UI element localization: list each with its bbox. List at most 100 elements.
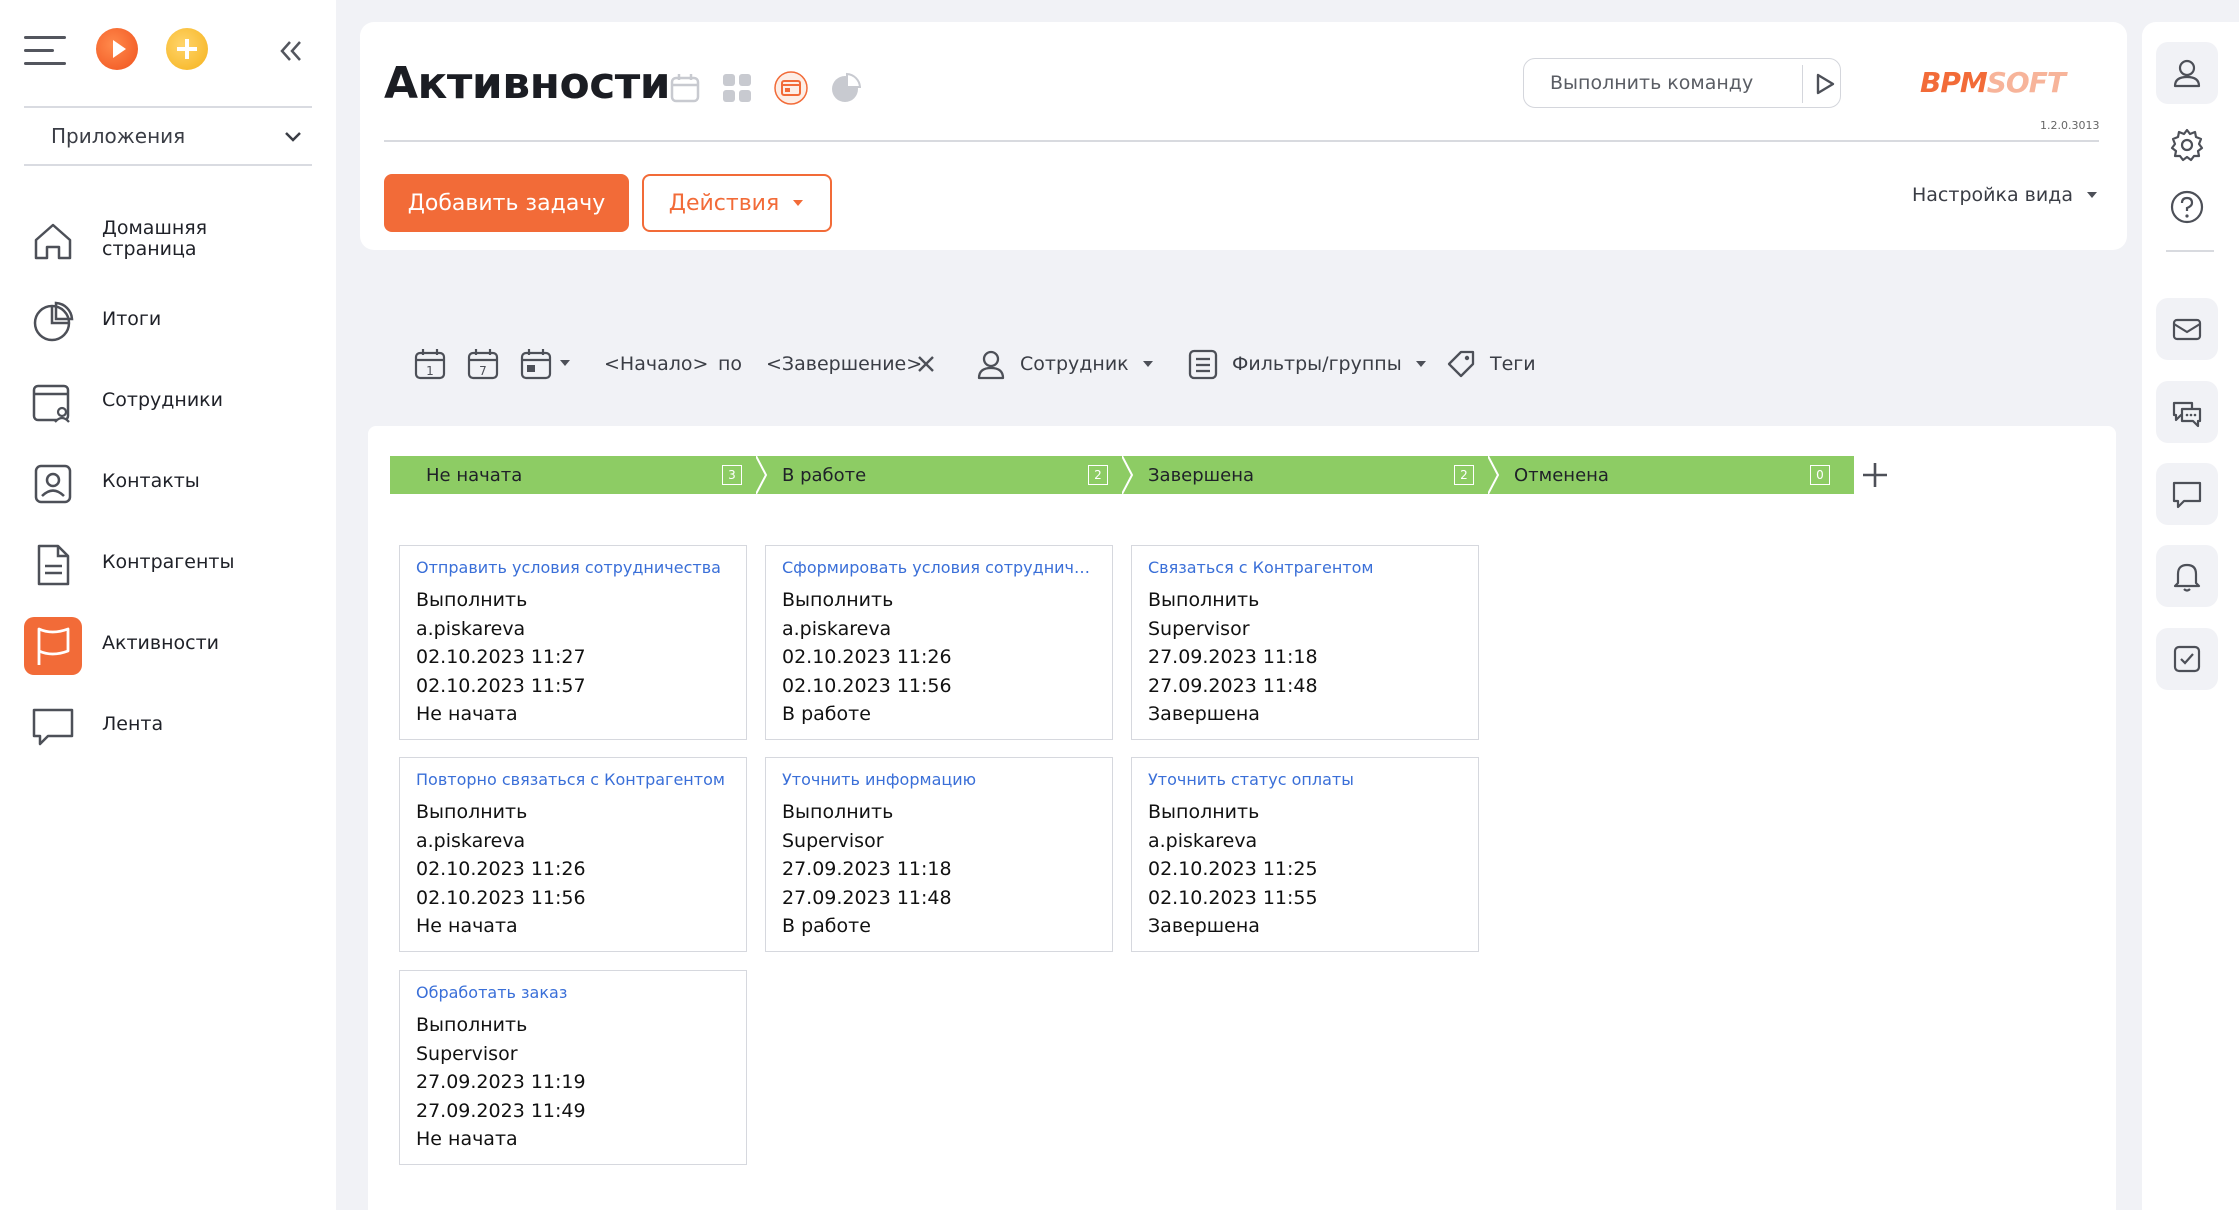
card-start: 27.09.2023 11:19 [416, 1071, 586, 1093]
chat-button[interactable] [2156, 381, 2218, 443]
caret-down-icon [2086, 192, 2097, 198]
comments-button[interactable] [2156, 463, 2218, 525]
tasks-button[interactable] [2156, 628, 2218, 690]
sidebar-item-feed[interactable]: Лента [24, 686, 316, 767]
card-title-link[interactable]: Сформировать условия сотрудничес... [782, 558, 1096, 578]
tags-filter[interactable]: Теги [1444, 344, 1536, 384]
activity-card[interactable]: Уточнить статус оплаты Выполнить a.piska… [1131, 757, 1479, 952]
sidebar-item-contacts[interactable]: Контакты [24, 443, 316, 524]
activity-card[interactable]: Повторно связаться с Контрагентом Выполн… [399, 757, 747, 952]
card-type: Выполнить [1148, 589, 1260, 611]
card-end: 27.09.2023 11:48 [1148, 674, 1318, 697]
card-start: 27.09.2023 11:18 [782, 858, 952, 880]
card-status: Не начата [416, 1128, 518, 1150]
period-custom-dropdown[interactable] [518, 344, 578, 384]
sidebar-item-employees[interactable]: Сотрудники [24, 362, 316, 443]
help-button[interactable] [2156, 176, 2218, 238]
notifications-button[interactable] [2156, 545, 2218, 607]
divider [1802, 65, 1803, 103]
card-title-link[interactable]: Повторно связаться с Контрагентом [416, 770, 730, 790]
activity-card[interactable]: Обработать заказ Выполнить Supervisor 27… [399, 970, 747, 1165]
card-status: Не начата [416, 703, 518, 725]
menu-icon[interactable] [24, 36, 66, 68]
version-label: 1.2.0.3013 [2040, 119, 2100, 132]
settings-button[interactable] [2156, 114, 2218, 176]
collapse-sidebar-button[interactable] [276, 36, 306, 66]
divider [384, 140, 2099, 142]
filter-bar: 1 7 <Начало> по <Завершение> Сотрудник Ф… [410, 344, 1710, 384]
card-title-link[interactable]: Связаться с Контрагентом [1148, 558, 1462, 578]
left-sidebar: Приложения Домашняя страница Итоги Сотру… [0, 0, 336, 1210]
calendar-view-button[interactable] [665, 68, 705, 108]
card-end: 02.10.2023 11:57 [416, 674, 586, 697]
run-command-button[interactable] [1808, 67, 1840, 101]
stage-count-badge: 0 [1810, 465, 1830, 485]
calendar-icon [520, 349, 552, 380]
period-week-button[interactable]: 7 [465, 344, 501, 384]
sidebar-item-home[interactable]: Домашняя страница [24, 200, 316, 281]
card-end: 02.10.2023 11:56 [782, 674, 952, 697]
card-start: 02.10.2023 11:26 [416, 858, 586, 880]
add-task-button[interactable]: Добавить задачу [384, 174, 629, 232]
chevron-down-icon [285, 132, 301, 142]
by-label: по [718, 353, 743, 375]
card-type: Выполнить [1148, 801, 1260, 823]
activity-card[interactable]: Связаться с Контрагентом Выполнить Super… [1131, 545, 1479, 740]
stage-in-progress[interactable]: В работе 2 [756, 456, 1132, 494]
stage-not-started[interactable]: Не начата 3 [390, 456, 766, 494]
process-run-button[interactable] [96, 28, 138, 70]
sidebar-item-results[interactable]: Итоги [24, 281, 316, 362]
calendar-day-icon: 1 [414, 349, 446, 380]
card-status: Завершена [1148, 915, 1260, 937]
card-type: Выполнить [416, 589, 528, 611]
activity-card[interactable]: Отправить условия сотрудничества Выполни… [399, 545, 747, 740]
sidebar-nav: Домашняя страница Итоги Сотрудники Конта… [24, 200, 316, 767]
checkbox-icon [2173, 645, 2201, 673]
chart-view-button[interactable] [825, 68, 865, 108]
contact-icon [24, 455, 82, 513]
actions-label: Действия [668, 190, 780, 216]
clear-period-button[interactable] [914, 344, 938, 384]
actions-dropdown-button[interactable]: Действия [642, 174, 832, 232]
chat-icon [24, 698, 82, 756]
divider [24, 164, 312, 166]
employee-filter-dropdown[interactable]: Сотрудник [974, 344, 1155, 384]
kanban-view-button[interactable] [771, 68, 811, 108]
profile-button[interactable] [2156, 42, 2218, 104]
sidebar-item-label: Итоги [102, 308, 162, 330]
stage-cancelled[interactable]: Отменена 0 [1488, 456, 1854, 494]
card-title-link[interactable]: Обработать заказ [416, 983, 730, 1003]
card-title-link[interactable]: Уточнить информацию [782, 770, 1096, 790]
period-day-button[interactable]: 1 [412, 344, 448, 384]
activity-card[interactable]: Уточнить информацию Выполнить Supervisor… [765, 757, 1113, 952]
caret-down-icon [793, 200, 804, 206]
start-date-field[interactable]: <Начало> [604, 344, 708, 384]
activity-card[interactable]: Сформировать условия сотрудничес... Выпо… [765, 545, 1113, 740]
card-owner: Supervisor [416, 1042, 518, 1065]
email-button[interactable] [2156, 298, 2218, 360]
applications-dropdown[interactable]: Приложения [24, 108, 312, 164]
stage-completed[interactable]: Завершена 2 [1122, 456, 1498, 494]
stage-count-badge: 3 [722, 465, 742, 485]
filter-list-icon [1188, 349, 1218, 380]
card-type: Выполнить [416, 801, 528, 823]
card-owner: a.piskareva [416, 829, 526, 852]
card-owner: Supervisor [782, 829, 884, 852]
card-title-link[interactable]: Отправить условия сотрудничества [416, 558, 730, 578]
add-stage-button[interactable] [1860, 460, 1890, 490]
plus-icon [1863, 463, 1887, 487]
sidebar-item-label: Сотрудники [102, 389, 223, 411]
command-input[interactable] [1526, 61, 1798, 105]
grid-view-button[interactable] [717, 68, 757, 108]
command-box [1523, 58, 1841, 108]
sidebar-item-accounts[interactable]: Контрагенты [24, 524, 316, 605]
tag-icon [1447, 350, 1475, 378]
card-title-link[interactable]: Уточнить статус оплаты [1148, 770, 1462, 790]
filters-groups-dropdown[interactable]: Фильтры/группы [1186, 344, 1428, 384]
view-settings-dropdown[interactable]: Настройка вида [1912, 184, 2099, 206]
end-date-field[interactable]: <Завершение> [766, 344, 922, 384]
card-end: 27.09.2023 11:48 [782, 886, 952, 909]
quick-add-button[interactable] [166, 28, 208, 70]
sidebar-item-activities[interactable]: Активности [24, 605, 316, 686]
card-start: 02.10.2023 11:27 [416, 646, 586, 668]
